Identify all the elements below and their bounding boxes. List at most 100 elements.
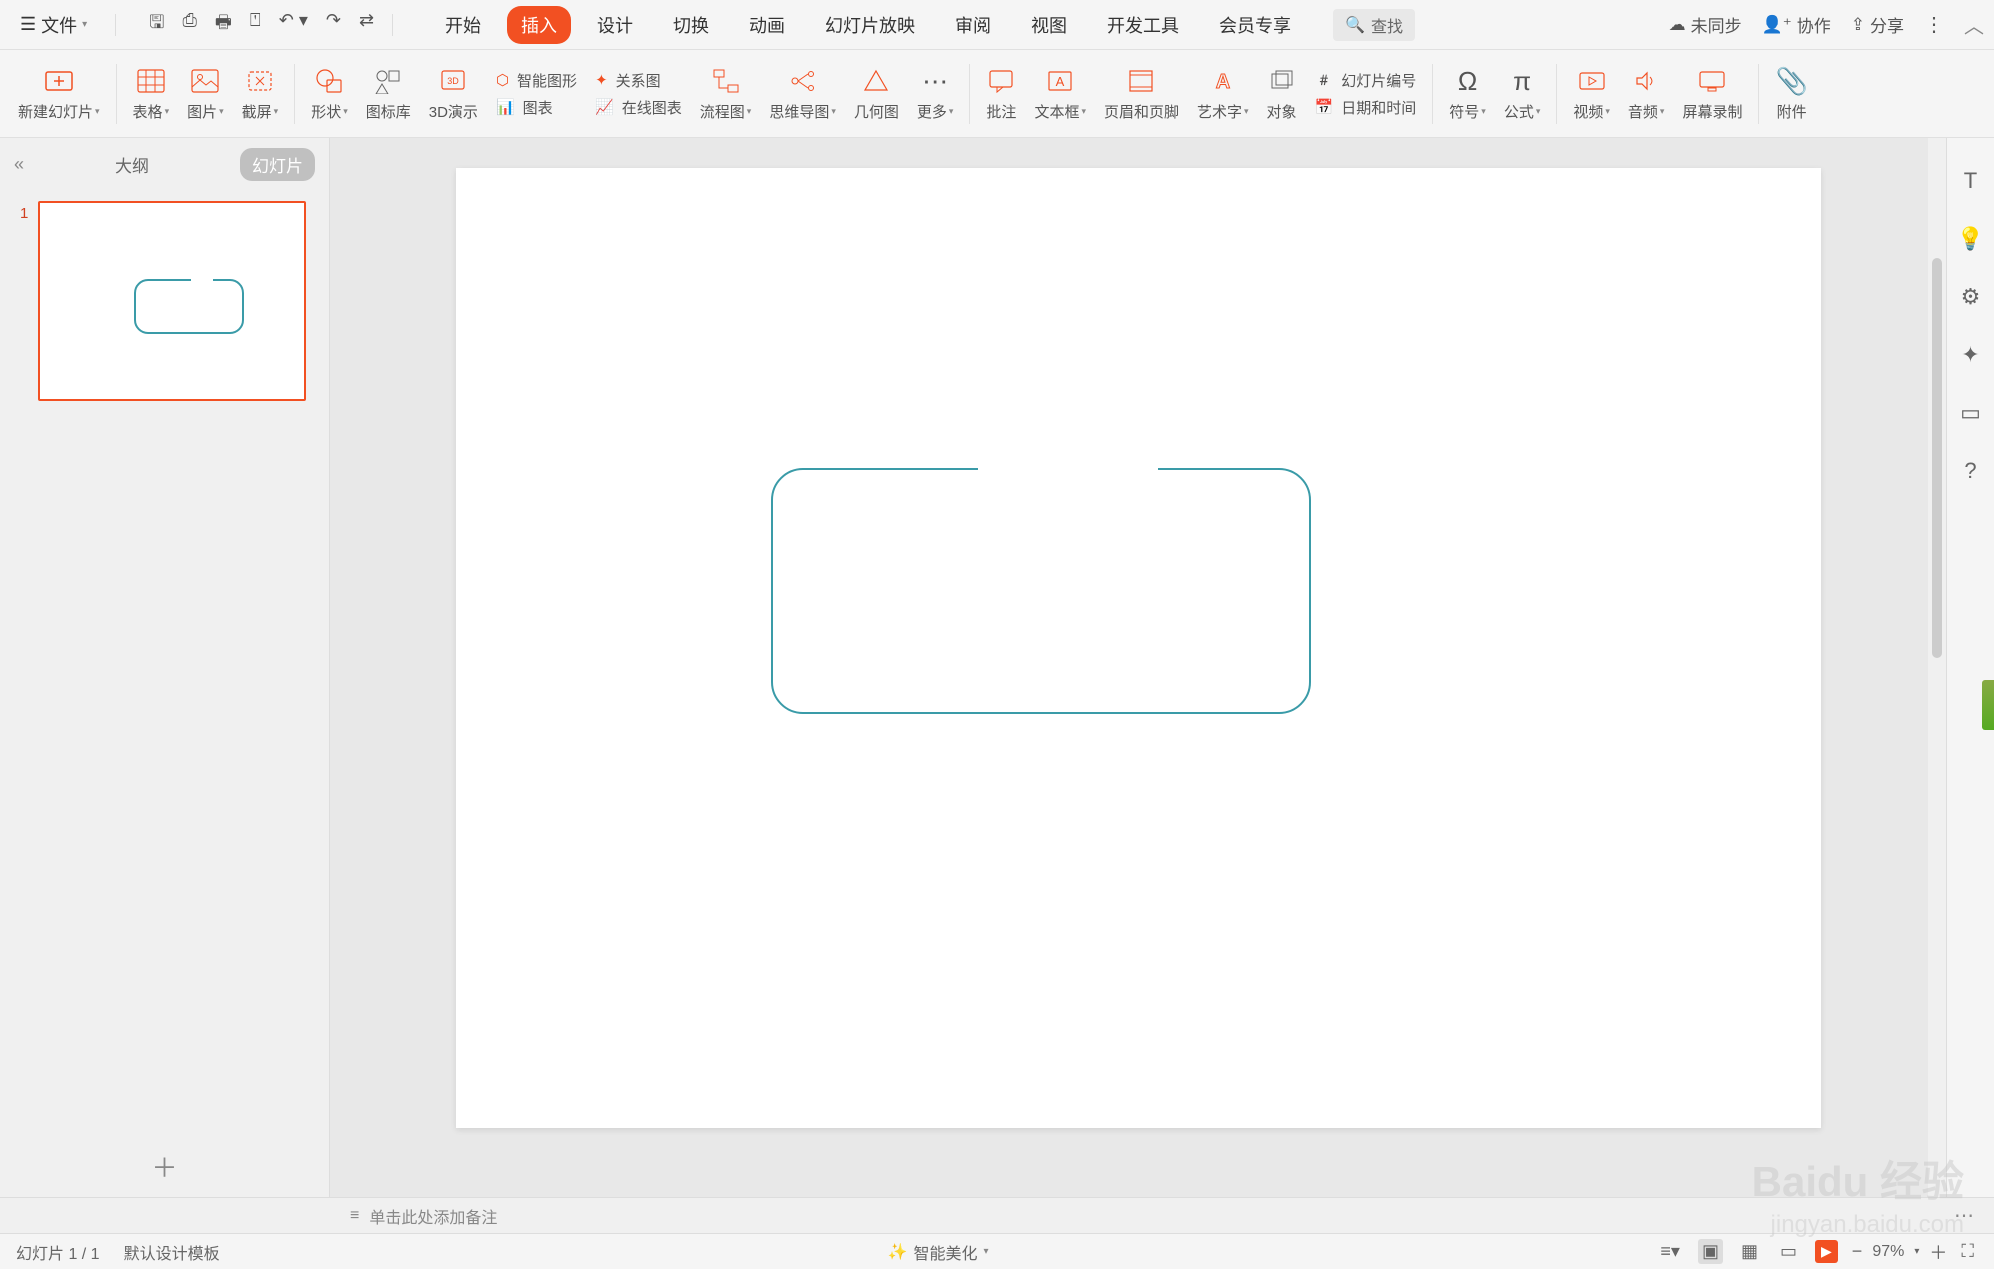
print-icon[interactable]: 🖶 [215, 10, 232, 40]
divider [969, 64, 970, 124]
slideshow-button[interactable]: ▶ [1815, 1240, 1838, 1263]
slide-counter: 幻灯片 1 / 1 [16, 1240, 100, 1264]
symbol-button[interactable]: Ω 符号▾ [1443, 61, 1492, 126]
tab-insert[interactable]: 插入 [507, 6, 571, 44]
layout-icon[interactable]: ▭ [1960, 400, 1981, 426]
slide-number-button[interactable]: #️ 幻灯片编号 [1315, 70, 1417, 91]
panel-collapse-button[interactable]: « [14, 154, 24, 175]
notes-bar: ≡ 单击此处添加备注 ⋯ [0, 1197, 1994, 1233]
smart-graphic-button[interactable]: ⬡ 智能图形 [496, 70, 577, 91]
screen-record-button[interactable]: 屏幕录制 [1676, 61, 1748, 126]
reading-view-icon[interactable]: ▭ [1776, 1239, 1801, 1264]
flowchart-button[interactable]: 流程图▾ [694, 61, 758, 126]
collab-button[interactable]: 👤⁺ 协作 [1762, 12, 1831, 37]
collapse-ribbon[interactable]: ︿ [1964, 10, 1984, 39]
more-menu[interactable]: ⋮ [1924, 12, 1944, 37]
tab-slideshow[interactable]: 幻灯片放映 [811, 6, 929, 44]
tab-devtools[interactable]: 开发工具 [1093, 6, 1193, 44]
annotation-button[interactable]: 批注 [980, 61, 1022, 126]
notes-more[interactable]: ⋯ [1954, 1203, 1974, 1228]
slide-thumbnail-1[interactable] [38, 201, 306, 401]
star-icon[interactable]: ✦ [1961, 342, 1979, 368]
date-time-button[interactable]: 📅 日期和时间 [1315, 97, 1417, 118]
symbol-icon: Ω [1458, 65, 1477, 97]
panel-header: « 大纲 幻灯片 [0, 138, 329, 191]
icon-lib-icon [374, 65, 402, 97]
sync-button[interactable]: ☁ 未同步 [1669, 12, 1742, 37]
picture-button[interactable]: 图片▾ [181, 61, 230, 126]
thumbnail-shape [134, 279, 244, 334]
rounded-rectangle-shape[interactable] [771, 468, 1311, 714]
redo-icon[interactable]: ↷ [326, 10, 341, 40]
chart-button[interactable]: 📊 图表 [496, 97, 577, 118]
textbox-button[interactable]: A 文本框▾ [1028, 61, 1092, 126]
file-label: 文件 [41, 12, 77, 38]
tab-view[interactable]: 视图 [1017, 6, 1081, 44]
tab-start[interactable]: 开始 [431, 6, 495, 44]
wordart-icon: A [1209, 65, 1237, 97]
outline-tab[interactable]: 大纲 [103, 148, 161, 181]
object-button[interactable]: 对象 [1261, 61, 1303, 126]
search-box[interactable]: 🔍 查找 [1333, 9, 1415, 41]
table-button[interactable]: 表格▾ [127, 61, 176, 126]
charts-stack: ✦ 关系图 📈 在线图表 [589, 66, 688, 122]
settings-icon[interactable]: ⚙ [1961, 284, 1981, 310]
divider [116, 64, 117, 124]
add-slide-button[interactable]: ＋ [151, 1148, 177, 1185]
fit-window-icon[interactable]: ⛶ [1957, 1239, 1978, 1264]
save-icon[interactable]: 🖫 [149, 10, 164, 40]
zoom-level[interactable]: 97% [1872, 1243, 1904, 1261]
share-button[interactable]: ⇪ 分享 [1851, 12, 1904, 37]
textbox-icon: A [1046, 65, 1074, 97]
header-footer-button[interactable]: 页眉和页脚 [1098, 61, 1185, 126]
wordart-button[interactable]: A 艺术字▾ [1191, 61, 1255, 126]
geometry-button[interactable]: 几何图 [848, 61, 905, 126]
export-icon[interactable]: ⎙ [183, 10, 197, 40]
help-icon[interactable]: ? [1964, 458, 1976, 484]
divider [1556, 64, 1557, 124]
scrollbar-thumb[interactable] [1932, 258, 1942, 658]
side-handle[interactable] [1982, 680, 1994, 730]
audio-button[interactable]: 音频▾ [1622, 61, 1671, 126]
caret-down-icon: ▾ [983, 1246, 988, 1257]
format-painter-icon[interactable]: ⇄ [359, 10, 374, 40]
undo-icon[interactable]: ↶ ▾ [279, 10, 308, 40]
print-preview-icon[interactable]: ⍞ [250, 10, 261, 40]
notes-toggle-icon[interactable]: ≡▾ [1656, 1239, 1684, 1264]
idea-icon[interactable]: 💡 [1957, 226, 1984, 252]
notes-placeholder[interactable]: 单击此处添加备注 [369, 1204, 497, 1228]
geometry-icon [862, 65, 890, 97]
sorter-view-icon[interactable]: ▦ [1737, 1239, 1762, 1264]
more-button[interactable]: ⋯ 更多▾ [911, 61, 960, 126]
vertical-scrollbar[interactable] [1928, 138, 1946, 1197]
online-chart-button[interactable]: 📈 在线图表 [595, 97, 682, 118]
zoom-out-button[interactable]: − [1852, 1241, 1863, 1262]
tab-animation[interactable]: 动画 [735, 6, 799, 44]
zoom-in-button[interactable]: ＋ [1929, 1239, 1947, 1265]
relation-chart-button[interactable]: ✦ 关系图 [595, 70, 682, 91]
slide-canvas[interactable] [456, 168, 1821, 1128]
shapes-button[interactable]: 形状▾ [305, 61, 354, 126]
menubar: ☰ 文件 ▾ 🖫 ⎙ 🖶 ⍞ ↶ ▾ ↷ ⇄ 开始 插入 设计 切换 动画 幻灯… [0, 0, 1994, 50]
mindmap-button[interactable]: 思维导图▾ [763, 61, 842, 126]
status-left: 幻灯片 1 / 1 默认设计模板 [16, 1240, 220, 1264]
3d-presentation-button[interactable]: 3D 3D演示 [423, 61, 484, 126]
beautify-button[interactable]: ✨ 智能美化 ▾ [888, 1240, 989, 1264]
screenshot-button[interactable]: 截屏▾ [236, 61, 285, 126]
search-icon: 🔍 [1345, 15, 1365, 35]
tab-member[interactable]: 会员专享 [1205, 6, 1305, 44]
slides-tab[interactable]: 幻灯片 [240, 148, 315, 181]
text-tool-icon[interactable]: T [1964, 168, 1977, 194]
divider [115, 14, 116, 36]
icon-library-button[interactable]: 图标库 [360, 61, 417, 126]
tab-review[interactable]: 审阅 [941, 6, 1005, 44]
file-menu[interactable]: ☰ 文件 ▾ [10, 8, 97, 42]
formula-button[interactable]: π 公式▾ [1498, 61, 1547, 126]
tab-transition[interactable]: 切换 [659, 6, 723, 44]
tab-design[interactable]: 设计 [583, 6, 647, 44]
video-button[interactable]: 视频▾ [1567, 61, 1616, 126]
new-slide-button[interactable]: 新建幻灯片▾ [12, 61, 106, 126]
attachment-button[interactable]: 📎 附件 [1769, 61, 1813, 126]
beautify-icon: ✨ [888, 1242, 908, 1262]
normal-view-icon[interactable]: ▣ [1698, 1239, 1723, 1264]
